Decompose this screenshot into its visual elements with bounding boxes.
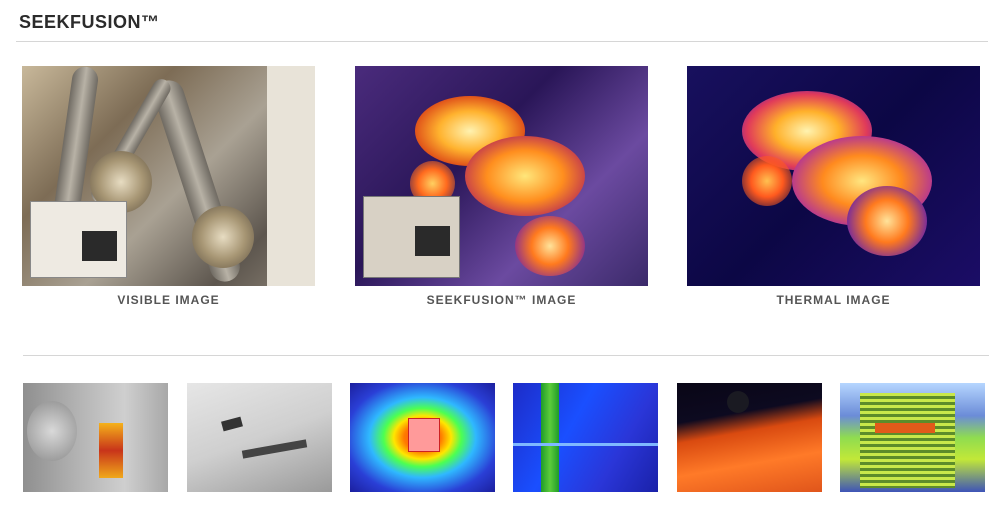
page-title: SEEKFUSION™ xyxy=(19,12,160,32)
thermal-image xyxy=(687,66,980,286)
section-divider xyxy=(23,355,989,356)
visible-image-caption: VISIBLE IMAGE xyxy=(117,293,220,307)
thumbnail-ac-condenser[interactable] xyxy=(840,383,985,492)
seekfusion-image-caption: SEEKFUSION™ IMAGE xyxy=(426,293,577,307)
thumbnail-ceiling-vent[interactable] xyxy=(187,383,332,492)
header-divider xyxy=(16,41,988,42)
thumbnail-industrial-structure[interactable] xyxy=(513,383,658,492)
seekfusion-image xyxy=(355,66,648,286)
thumbnail-wall-outlet[interactable] xyxy=(350,383,495,492)
thermal-image-caption: THERMAL IMAGE xyxy=(776,293,891,307)
visible-image xyxy=(22,66,315,286)
thumbnail-electric-meter[interactable] xyxy=(23,383,168,492)
thumbnail-floor-heating[interactable] xyxy=(677,383,822,492)
